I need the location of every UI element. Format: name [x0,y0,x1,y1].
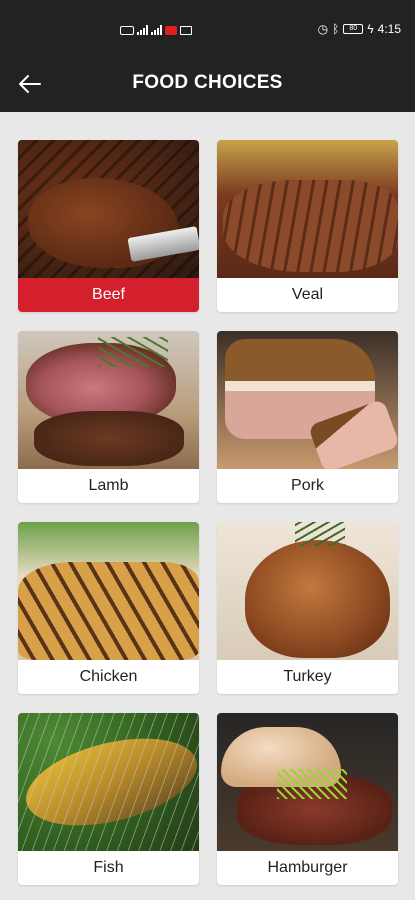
food-card-label: Veal [291,286,324,303]
food-card-hamburger[interactable]: Hamburger [217,713,398,885]
food-card-label: Hamburger [267,859,348,876]
food-card-chicken[interactable]: Chicken [18,522,199,694]
fish-photo [18,713,199,851]
alarm-icon: ◷ [317,22,329,36]
pork-photo [217,331,398,469]
lamb-photo [18,331,199,469]
status-right-icons: ◷ ᛒ 80 ϟ 4:15 [318,22,401,36]
food-card-label: Lamb [88,477,129,494]
food-card-label: Fish [93,859,124,876]
mail-icon [180,25,192,35]
food-card-lamb[interactable]: Lamb [18,331,199,503]
battery-icon: 80 [343,24,364,34]
notification-icon [165,25,177,35]
food-card-veal[interactable]: Veal [217,140,398,312]
food-card-beef[interactable]: Beef [18,140,199,312]
food-card-label: Beef [18,278,199,312]
app-bar: FOOD CHOICES [0,56,415,112]
signal-icon [137,25,148,35]
food-card-turkey[interactable]: Turkey [217,522,398,694]
status-bar: ◷ ᛒ 80 ϟ 4:15 [0,0,415,56]
status-left-icons [120,20,192,40]
beef-photo [18,140,199,278]
veal-photo [217,140,398,278]
food-card-pork[interactable]: Pork [217,331,398,503]
turkey-photo [217,522,398,660]
status-time: 4:15 [377,22,401,36]
bluetooth-icon: ᛒ [332,22,340,36]
page-title: FOOD CHOICES [132,72,283,93]
food-card-fish[interactable]: Fish [18,713,199,885]
food-card-label: Pork [291,477,324,494]
sim-card-icon [120,25,134,35]
charging-icon: ϟ [367,22,374,36]
food-choices-grid: Beef Veal Lamb Pork Chicken Turkey Fish … [18,140,398,885]
chicken-photo [18,522,199,660]
hamburger-photo [217,713,398,851]
food-card-label: Turkey [283,668,332,685]
signal-icon [151,25,162,35]
food-card-label: Chicken [79,668,138,685]
